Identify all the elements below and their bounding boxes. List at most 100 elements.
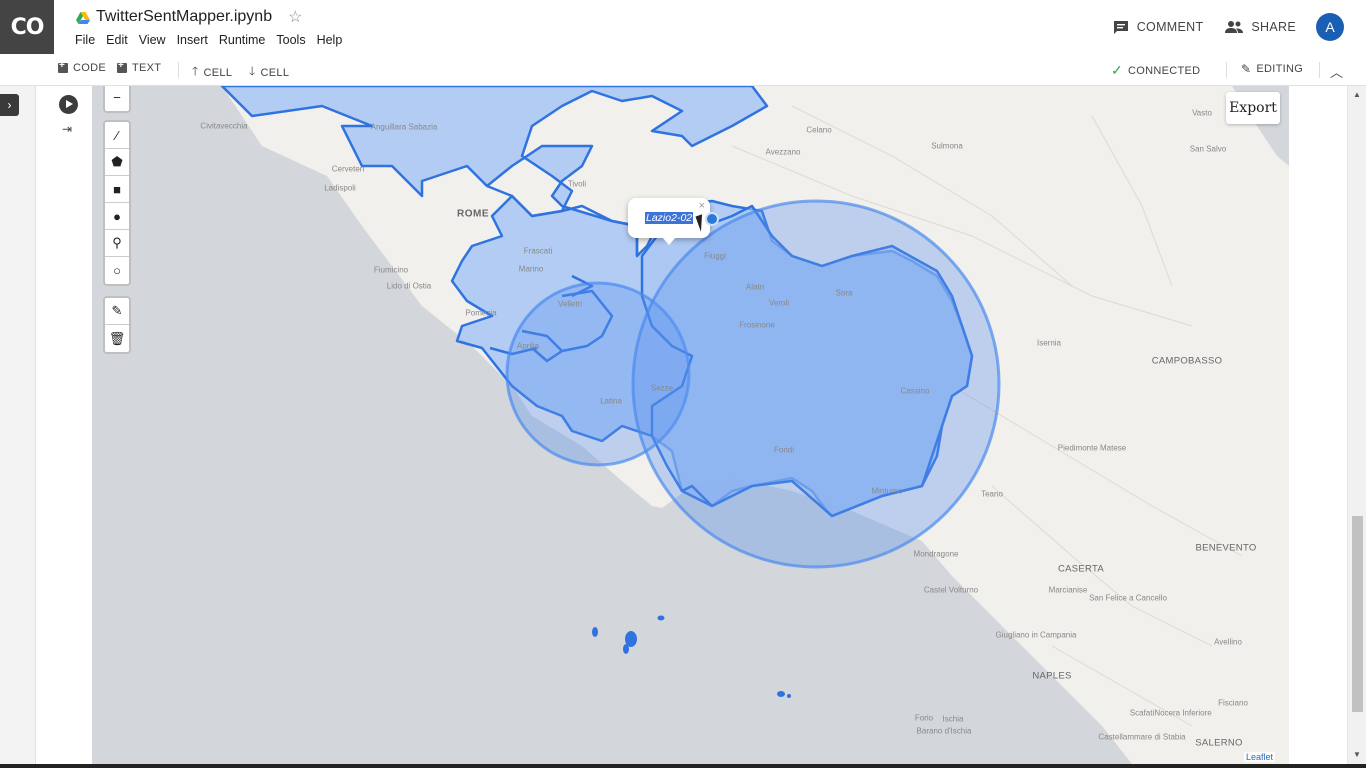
- editing-label: EDITING: [1256, 63, 1304, 75]
- map-label: Latina: [600, 396, 622, 406]
- map-label: Barano d'Ischia: [916, 726, 972, 736]
- map-label: Sezze: [650, 383, 674, 393]
- connection-status[interactable]: ✓ CONNECTED: [1111, 62, 1200, 79]
- zoom-out-button[interactable]: −: [105, 86, 129, 111]
- leaflet-attribution[interactable]: Leaflet: [1243, 752, 1275, 762]
- map-label: Castellammare di Stabia: [1098, 732, 1186, 742]
- menu-tools[interactable]: Tools: [276, 33, 305, 47]
- output-menu-icon[interactable]: ⇥: [62, 122, 72, 136]
- header-actions: COMMENT SHARE A: [1113, 0, 1366, 54]
- toolbar-divider: [1226, 62, 1227, 78]
- map-label: Tivoli: [567, 179, 587, 189]
- draw-marker-button[interactable]: ⚲: [105, 230, 129, 257]
- export-button[interactable]: Export: [1226, 92, 1280, 124]
- map-label: BENEVENTO: [1195, 542, 1257, 554]
- map-canvas[interactable]: [92, 86, 1289, 764]
- circle-outline-icon: ○: [113, 263, 121, 278]
- scroll-down-icon[interactable]: ▼: [1353, 750, 1361, 759]
- menu-edit[interactable]: Edit: [106, 33, 128, 47]
- move-cell-down-button[interactable]: 🡓 CELL: [249, 62, 289, 83]
- menu-runtime[interactable]: Runtime: [219, 33, 266, 47]
- close-icon[interactable]: ×: [699, 200, 705, 212]
- editing-mode-button[interactable]: ✎ EDITING: [1241, 62, 1303, 76]
- map-label: Mondragone: [913, 549, 959, 559]
- menu-file[interactable]: File: [75, 33, 95, 47]
- menu-view[interactable]: View: [139, 33, 166, 47]
- connected-label: CONNECTED: [1128, 64, 1201, 77]
- map-label: Velletri: [557, 299, 583, 309]
- collapse-header-button[interactable]: ︿: [1330, 62, 1343, 81]
- map-label: Civitavecchia: [200, 121, 248, 131]
- map-label: Fiuggi: [704, 251, 726, 261]
- plus-box-icon: [117, 60, 127, 73]
- avatar[interactable]: A: [1316, 13, 1344, 41]
- draw-polygon-button[interactable]: ⬟: [105, 149, 129, 176]
- share-label: SHARE: [1251, 20, 1296, 34]
- map-label: Castel Volturno: [923, 585, 979, 595]
- leaflet-map[interactable]: Civitavecchia Cerveteri Ladispoli Anguil…: [92, 86, 1289, 764]
- add-code-button[interactable]: CODE: [58, 60, 106, 74]
- menu-insert[interactable]: Insert: [177, 33, 208, 47]
- map-label: SALERNO: [1195, 737, 1243, 749]
- check-icon: ✓: [1111, 62, 1124, 78]
- map-label: Forio: [914, 713, 934, 723]
- map-label: Cassino: [900, 386, 930, 396]
- map-label: Fondi: [773, 445, 795, 455]
- right-margin: [1289, 86, 1347, 768]
- add-text-button[interactable]: TEXT: [117, 60, 161, 74]
- menu-bar: File Edit View Insert Runtime Tools Help: [75, 33, 342, 47]
- delete-layers-button[interactable]: 🗑: [105, 325, 129, 352]
- map-label: Isernia: [1036, 338, 1062, 348]
- map-label: Avezzano: [765, 147, 801, 157]
- edit-toolbar: ✎ 🗑: [103, 296, 131, 354]
- map-marker[interactable]: [705, 212, 719, 226]
- add-code-label: CODE: [73, 62, 106, 74]
- edit-icon: ✎: [111, 303, 123, 318]
- map-label: CASERTA: [1057, 563, 1105, 575]
- draw-circlemarker-button[interactable]: ○: [105, 257, 129, 284]
- map-label: Piedimonte Matese: [1057, 443, 1127, 453]
- map-label: Cerveteri: [331, 164, 365, 174]
- draw-polyline-button[interactable]: ⁄: [105, 122, 129, 149]
- colab-logo[interactable]: CO: [0, 0, 54, 54]
- draw-rectangle-button[interactable]: ■: [105, 176, 129, 203]
- share-button[interactable]: SHARE: [1225, 20, 1296, 34]
- scroll-up-icon[interactable]: ▲: [1353, 90, 1361, 99]
- cell-down-label: CELL: [260, 66, 290, 79]
- chevron-up-icon: ︿: [1330, 65, 1344, 80]
- vertical-scrollbar[interactable]: ▲ ▼: [1347, 86, 1366, 768]
- cell-up-label: CELL: [203, 66, 233, 79]
- run-cell-button[interactable]: [59, 95, 78, 114]
- popup-text[interactable]: Lazio2-02: [645, 212, 694, 224]
- map-label: Minturno: [871, 486, 903, 496]
- menu-help[interactable]: Help: [317, 33, 343, 47]
- expand-sidebar-button[interactable]: ›: [0, 94, 19, 116]
- comment-button[interactable]: COMMENT: [1113, 20, 1204, 35]
- left-sidebar: ›: [0, 86, 36, 768]
- zoom-control: −: [103, 86, 131, 113]
- map-label: Avellino: [1214, 637, 1242, 647]
- map-label: Marino: [518, 264, 544, 274]
- draw-toolbar: ⁄ ⬟ ■ ● ⚲ ○: [103, 120, 131, 286]
- scrollbar-thumb[interactable]: [1352, 516, 1363, 712]
- cell-gutter: ⇥: [36, 86, 92, 768]
- map-label: Pomezia: [465, 308, 497, 318]
- toolbar-divider: [1319, 62, 1320, 78]
- drive-icon: [76, 11, 90, 24]
- map-label: Ischia: [942, 714, 964, 724]
- circle-marker-large: [631, 199, 1001, 569]
- map-label: Lido di Ostia: [386, 281, 432, 291]
- draw-circle-button[interactable]: ●: [105, 203, 129, 230]
- move-cell-up-button[interactable]: 🡑 CELL: [192, 62, 232, 83]
- map-label: Anguillara Sabazia: [370, 122, 438, 132]
- bottom-edge: [0, 764, 1366, 768]
- map-label: Giugliano in Campania: [995, 630, 1077, 640]
- trash-icon: 🗑: [108, 330, 126, 346]
- map-label: Scafati: [1129, 708, 1155, 718]
- edit-layers-button[interactable]: ✎: [105, 298, 129, 325]
- notebook-title[interactable]: TwitterSentMapper.ipynb: [96, 8, 272, 26]
- pencil-icon: ✎: [1241, 62, 1252, 76]
- star-icon[interactable]: ☆: [288, 7, 302, 27]
- header: CO TwitterSentMapper.ipynb ☆ File Edit V…: [0, 0, 1366, 54]
- map-label: Aprilia: [516, 341, 540, 351]
